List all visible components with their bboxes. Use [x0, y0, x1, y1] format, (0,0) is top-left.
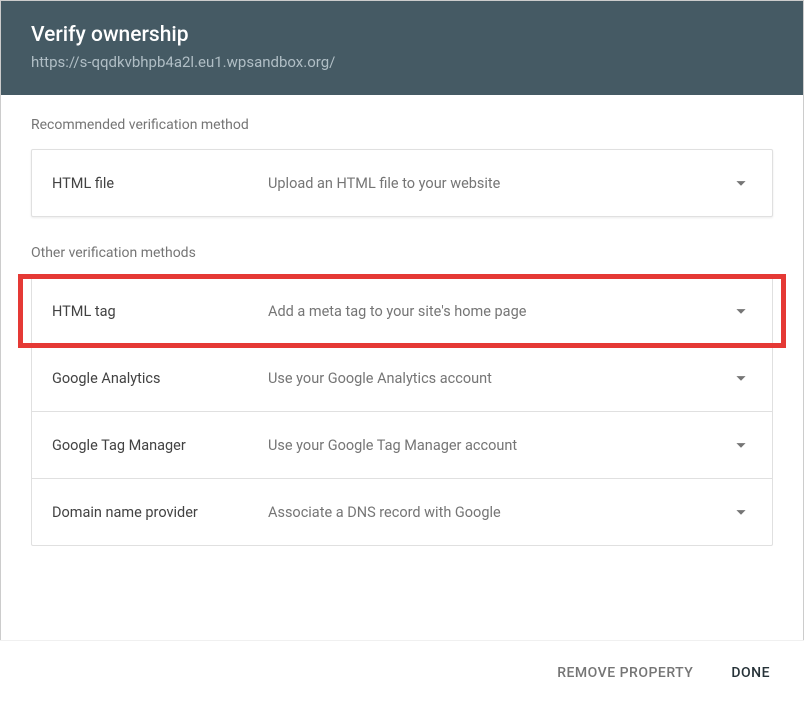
method-google-analytics[interactable]: Google Analytics Use your Google Analyti…	[32, 345, 772, 412]
done-button[interactable]: DONE	[727, 659, 774, 687]
method-html-file[interactable]: HTML file Upload an HTML file to your we…	[32, 150, 772, 216]
method-name: HTML tag	[52, 303, 268, 320]
dialog-header: Verify ownership https://s-qqdkvbhpb4a2l…	[1, 1, 803, 95]
other-methods-card: HTML tag Add a meta tag to your site's h…	[31, 277, 773, 546]
method-domain-name-provider[interactable]: Domain name provider Associate a DNS rec…	[32, 479, 772, 545]
chevron-down-icon	[730, 300, 752, 322]
recommended-method-card: HTML file Upload an HTML file to your we…	[31, 149, 773, 217]
dialog-title: Verify ownership	[31, 23, 773, 47]
method-desc: Use your Google Analytics account	[268, 370, 730, 387]
dialog-content: Recommended verification method HTML fil…	[1, 95, 803, 546]
method-desc: Associate a DNS record with Google	[268, 504, 730, 521]
dialog-footer: REMOVE PROPERTY DONE	[0, 640, 804, 705]
chevron-down-icon	[730, 172, 752, 194]
dialog-subtitle: https://s-qqdkvbhpb4a2l.eu1.wpsandbox.or…	[31, 53, 773, 71]
method-name: Google Analytics	[52, 370, 268, 387]
method-desc: Upload an HTML file to your website	[268, 175, 730, 192]
method-desc: Add a meta tag to your site's home page	[268, 303, 730, 320]
method-name: HTML file	[52, 175, 268, 192]
chevron-down-icon	[730, 367, 752, 389]
remove-property-button[interactable]: REMOVE PROPERTY	[553, 659, 697, 687]
recommended-section-label: Recommended verification method	[31, 117, 773, 133]
other-section-label: Other verification methods	[31, 245, 773, 261]
method-name: Domain name provider	[52, 504, 268, 521]
method-google-tag-manager[interactable]: Google Tag Manager Use your Google Tag M…	[32, 412, 772, 479]
method-html-tag[interactable]: HTML tag Add a meta tag to your site's h…	[32, 278, 772, 345]
chevron-down-icon	[730, 434, 752, 456]
method-name: Google Tag Manager	[52, 437, 268, 454]
method-desc: Use your Google Tag Manager account	[268, 437, 730, 454]
chevron-down-icon	[730, 501, 752, 523]
